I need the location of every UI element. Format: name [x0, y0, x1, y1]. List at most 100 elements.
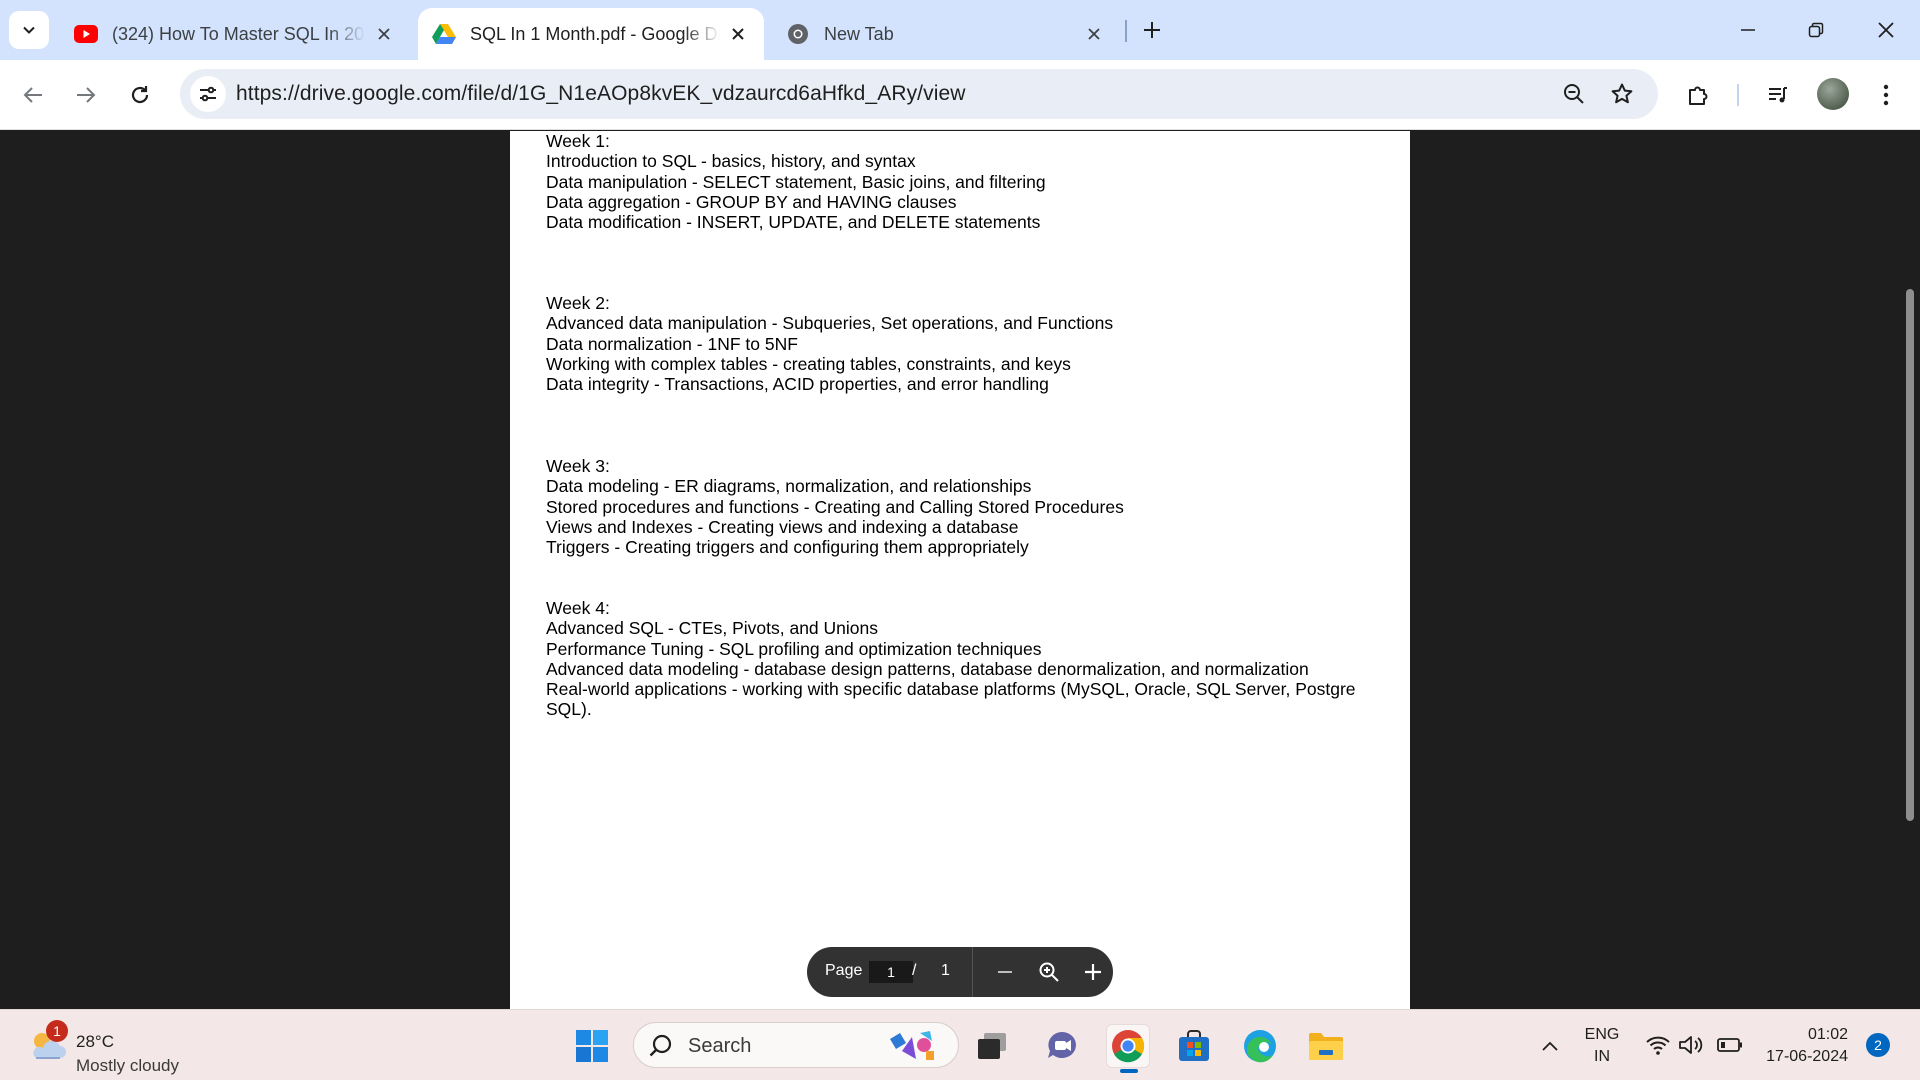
list-item: Data normalization - 1NF to 5NF — [546, 333, 798, 354]
google-drive-icon — [432, 22, 456, 46]
store-icon — [1179, 1030, 1209, 1061]
search-highlight-icon — [890, 1031, 934, 1060]
system-clock[interactable]: 01:02 17-06-2024 — [1752, 1024, 1848, 1068]
back-button[interactable] — [15, 77, 51, 113]
store-button[interactable] — [1172, 1024, 1216, 1068]
reload-button[interactable] — [122, 77, 158, 113]
profile-avatar[interactable] — [1817, 78, 1849, 110]
close-icon[interactable] — [372, 22, 396, 46]
search-label: Search — [688, 1035, 752, 1057]
week-2-section: Week 2: Advanced data manipulation - Sub… — [546, 293, 1386, 394]
volume-status[interactable] — [1678, 1032, 1706, 1058]
close-icon[interactable] — [726, 22, 750, 46]
pdf-viewer[interactable]: Week 1: Introduction to SQL - basics, hi… — [0, 131, 1920, 1009]
toolbar-divider — [1737, 84, 1739, 106]
arrow-right-icon — [77, 87, 96, 103]
address-bar[interactable]: https://drive.google.com/file/d/1G_N1eAO… — [180, 69, 1658, 119]
tab-title: (324) How To Master SQL In 2024 — [112, 23, 366, 44]
section-heading: Week 2: — [546, 293, 610, 313]
zoom-button[interactable] — [1556, 76, 1592, 112]
list-item: Data modification - INSERT, UPDATE, and … — [546, 212, 1041, 233]
page-label: Page — [825, 962, 863, 979]
battery-status[interactable] — [1716, 1032, 1744, 1058]
extensions-button[interactable] — [1680, 77, 1716, 113]
week-4-section: Week 4: Advanced SQL - CTEs, Pivots, and… — [546, 598, 1386, 720]
tab-youtube[interactable]: (324) How To Master SQL In 2024 — [60, 8, 410, 60]
url-text[interactable]: https://drive.google.com/file/d/1G_N1eAO… — [236, 82, 966, 106]
tab-new-tab[interactable]: New Tab — [772, 8, 1120, 60]
browser-toolbar: https://drive.google.com/file/d/1G_N1eAO… — [0, 60, 1920, 130]
page-separator: / — [912, 962, 917, 979]
battery-icon — [1717, 1038, 1742, 1052]
forward-button[interactable] — [68, 77, 104, 113]
menu-button[interactable] — [1868, 77, 1904, 113]
list-item: Triggers - Creating triggers and configu… — [546, 537, 1029, 558]
close-window-button[interactable] — [1864, 10, 1908, 50]
taskbar-search[interactable]: Search — [633, 1022, 959, 1068]
chevron-down-icon — [23, 26, 35, 34]
tab-divider — [1125, 20, 1127, 42]
media-controls-button[interactable] — [1760, 77, 1796, 113]
week-1-section: Week 1: Introduction to SQL - basics, hi… — [546, 131, 1386, 232]
arrow-left-icon — [23, 87, 42, 103]
list-item: Data aggregation - GROUP BY and HAVING c… — [546, 191, 957, 212]
show-hidden-icons-button[interactable] — [1538, 1034, 1562, 1058]
tab-search-button[interactable] — [9, 11, 49, 49]
zoom-out-icon — [1564, 84, 1584, 104]
plus-icon — [1085, 964, 1101, 980]
page-controls: Page 1 / 1 — [807, 947, 1113, 997]
language-indicator[interactable]: ENG IN — [1580, 1024, 1624, 1068]
scrollbar-thumb[interactable] — [1906, 289, 1914, 821]
pager-divider — [972, 947, 973, 997]
minimize-button[interactable] — [1726, 10, 1770, 50]
clock-date: 17-06-2024 — [1766, 1048, 1848, 1065]
network-status[interactable] — [1644, 1032, 1672, 1058]
list-item: Stored procedures and functions - Creati… — [546, 496, 1124, 517]
tab-strip: (324) How To Master SQL In 2024 SQL In 1… — [0, 0, 1920, 60]
weather-temperature: 28°C — [76, 1032, 114, 1051]
fit-zoom-button[interactable] — [1035, 958, 1063, 986]
section-heading: Week 1: — [546, 131, 610, 151]
list-item: Real-world applications - working with s… — [546, 679, 1356, 700]
page-number-input[interactable]: 1 — [869, 961, 913, 983]
restore-button[interactable] — [1794, 10, 1838, 50]
more-vert-icon — [1883, 84, 1889, 106]
bookmark-button[interactable] — [1604, 76, 1640, 112]
site-info-button[interactable] — [190, 76, 226, 112]
search-icon — [649, 1034, 672, 1057]
page-total: 1 — [941, 962, 950, 979]
tab-title: SQL In 1 Month.pdf - Google Drive — [470, 23, 720, 44]
week-3-section: Week 3: Data modeling - ER diagrams, nor… — [546, 456, 1386, 557]
folder-icon — [1309, 1033, 1343, 1060]
youtube-icon — [74, 22, 98, 46]
new-tab-button[interactable] — [1136, 14, 1168, 46]
tab-google-drive[interactable]: SQL In 1 Month.pdf - Google Drive — [418, 8, 764, 60]
weather-description: Mostly cloudy — [76, 1056, 179, 1075]
windows-logo-icon — [576, 1030, 608, 1062]
chrome-taskbar-button[interactable] — [1106, 1024, 1150, 1073]
list-item: Introduction to SQL - basics, history, a… — [546, 151, 916, 172]
file-explorer-button[interactable] — [1304, 1024, 1348, 1068]
chrome-icon — [786, 22, 810, 46]
queue-music-icon — [1769, 87, 1787, 103]
active-indicator — [1120, 1069, 1138, 1073]
edge-button[interactable] — [1238, 1024, 1282, 1068]
edge-icon — [1244, 1030, 1276, 1063]
notification-badge[interactable]: 2 — [1866, 1033, 1890, 1057]
close-icon[interactable] — [1082, 22, 1106, 46]
tab-title: New Tab — [824, 23, 894, 44]
teams-button[interactable] — [1040, 1024, 1084, 1068]
zoom-in-button[interactable] — [1079, 958, 1107, 986]
list-item: Advanced data modeling - database design… — [546, 658, 1309, 679]
list-item: Data modeling - ER diagrams, normalizati… — [546, 476, 1032, 497]
list-item: Advanced data manipulation - Subqueries,… — [546, 313, 1114, 334]
task-view-button[interactable] — [970, 1024, 1014, 1068]
clock-time: 01:02 — [1807, 1026, 1848, 1043]
zoom-out-button[interactable] — [991, 958, 1019, 986]
speaker-icon — [1679, 1036, 1703, 1054]
minimize-icon — [1741, 29, 1755, 31]
list-item: Working with complex tables - creating t… — [546, 353, 1071, 374]
start-button[interactable] — [570, 1024, 614, 1068]
close-icon — [1878, 22, 1894, 38]
restore-icon — [1808, 22, 1824, 38]
